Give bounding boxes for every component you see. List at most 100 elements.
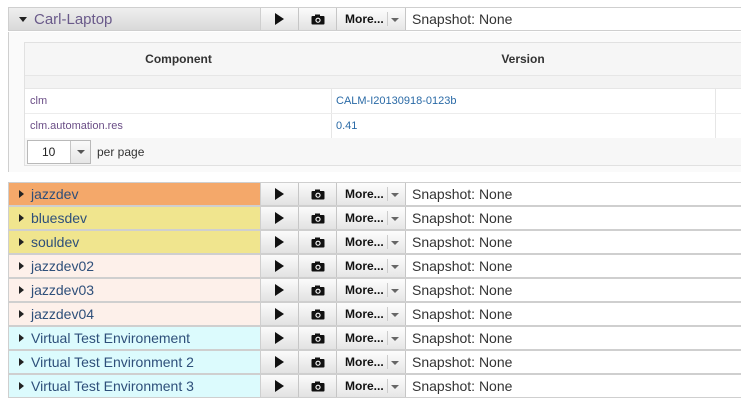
snapshot-button[interactable]: [299, 351, 337, 373]
expand-triangle-icon[interactable]: [19, 262, 24, 270]
more-label: More...: [345, 259, 384, 273]
more-menu-button[interactable]: More...: [337, 207, 406, 229]
snapshot-status: Snapshot: None: [406, 303, 741, 325]
snapshot-button[interactable]: [299, 303, 337, 325]
camera-icon: [311, 357, 324, 367]
page-size-dropdown-button[interactable]: [70, 140, 90, 163]
expand-triangle-icon[interactable]: [19, 214, 24, 222]
snapshot-button[interactable]: [299, 8, 337, 30]
more-menu-button[interactable]: More...: [337, 303, 406, 325]
environment-row[interactable]: jazzdev03 More... Snapshot: None: [8, 278, 741, 302]
camera-icon: [311, 285, 324, 295]
column-header-component[interactable]: Component: [25, 52, 332, 66]
snapshot-button[interactable]: [299, 279, 337, 301]
environment-name: jazzdev03: [31, 282, 95, 298]
more-label: More...: [345, 379, 384, 393]
expand-triangle-icon[interactable]: [19, 310, 24, 318]
camera-icon: [311, 213, 324, 223]
camera-icon: [311, 309, 324, 319]
expand-triangle-icon[interactable]: [19, 358, 24, 366]
more-divider: [387, 235, 388, 249]
camera-icon: [311, 189, 324, 199]
environment-name-cell[interactable]: Virtual Test Environement: [9, 327, 261, 349]
run-button[interactable]: [261, 327, 299, 349]
environment-row-carl-laptop[interactable]: Carl-Laptop More... Snapshot: None: [8, 7, 741, 31]
snapshot-status: Snapshot: None: [406, 183, 741, 205]
chevron-down-icon: [391, 241, 399, 245]
more-label: More...: [345, 283, 384, 297]
chevron-down-icon: [391, 18, 399, 22]
environment-name-cell[interactable]: Carl-Laptop: [9, 8, 261, 30]
run-button[interactable]: [261, 351, 299, 373]
page-size-value: 10: [42, 144, 56, 159]
run-button[interactable]: [261, 303, 299, 325]
run-button[interactable]: [261, 231, 299, 253]
environment-name-cell[interactable]: jazzdev03: [9, 279, 261, 301]
environment-row[interactable]: jazzdev02 More... Snapshot: None: [8, 254, 741, 278]
environment-name-cell[interactable]: bluesdev: [9, 207, 261, 229]
environment-name-cell[interactable]: jazzdev02: [9, 255, 261, 277]
more-menu-button[interactable]: More...: [337, 375, 406, 397]
environment-row[interactable]: jazzdev04 More... Snapshot: None: [8, 302, 741, 326]
camera-icon: [311, 381, 324, 391]
camera-icon: [311, 237, 324, 247]
snapshot-button[interactable]: [299, 375, 337, 397]
more-menu-button[interactable]: More...: [337, 183, 406, 205]
collapse-triangle-icon[interactable]: [19, 16, 27, 22]
snapshot-button[interactable]: [299, 327, 337, 349]
run-button[interactable]: [261, 8, 299, 30]
column-header-version[interactable]: Version: [332, 52, 714, 66]
expand-triangle-icon[interactable]: [19, 286, 24, 294]
version-cell: CALM-I20130918-0123b: [332, 89, 716, 113]
chevron-down-icon: [76, 149, 85, 154]
environment-row[interactable]: Virtual Test Environment 2 More... Snapsho…: [8, 350, 741, 374]
expand-triangle-icon[interactable]: [19, 238, 24, 246]
more-menu-button[interactable]: More...: [337, 327, 406, 349]
table-row[interactable]: clm CALM-I20130918-0123b: [25, 89, 741, 114]
environment-row[interactable]: bluesdev More... Snapshot: None: [8, 206, 741, 230]
more-menu-button[interactable]: More...: [337, 255, 406, 277]
environment-row[interactable]: Virtual Test Environment 3 More... Snapsho…: [8, 374, 741, 398]
snapshot-button[interactable]: [299, 255, 337, 277]
more-menu-button[interactable]: More...: [337, 8, 406, 30]
run-button[interactable]: [261, 279, 299, 301]
environment-row[interactable]: jazzdev More... Snapshot: None: [8, 182, 741, 206]
more-menu-button[interactable]: More...: [337, 279, 406, 301]
environment-name: jazzdev02: [31, 258, 95, 274]
more-menu-button[interactable]: More...: [337, 351, 406, 373]
run-button[interactable]: [261, 375, 299, 397]
more-menu-button[interactable]: More...: [337, 231, 406, 253]
environment-row[interactable]: souldev More... Snapshot: None: [8, 230, 741, 254]
expand-triangle-icon[interactable]: [19, 382, 24, 390]
run-button[interactable]: [261, 183, 299, 205]
table-row[interactable]: clm.automation.res 0.41: [25, 114, 741, 139]
snapshot-button[interactable]: [299, 183, 337, 205]
more-divider: [387, 12, 388, 26]
more-label: More...: [345, 307, 384, 321]
camera-icon: [311, 261, 324, 271]
table-pager: 10 per page: [24, 138, 741, 166]
chevron-down-icon: [391, 193, 399, 197]
snapshot-status: Snapshot: None: [406, 375, 741, 397]
environment-name: souldev: [31, 234, 80, 250]
snapshot-button[interactable]: [299, 231, 337, 253]
page-size-select[interactable]: 10: [27, 139, 91, 164]
expand-triangle-icon[interactable]: [19, 334, 24, 342]
run-button[interactable]: [261, 255, 299, 277]
environment-name-cell[interactable]: Virtual Test Environment 2: [9, 351, 261, 373]
environment-name-cell[interactable]: Virtual Test Environment 3: [9, 375, 261, 397]
run-button[interactable]: [261, 207, 299, 229]
per-page-label: per page: [97, 144, 145, 159]
environment-name-cell[interactable]: souldev: [9, 231, 261, 253]
snapshot-button[interactable]: [299, 207, 337, 229]
more-divider: [387, 379, 388, 393]
camera-icon: [311, 14, 324, 24]
more-divider: [387, 355, 388, 369]
environment-name-cell[interactable]: jazzdev04: [9, 303, 261, 325]
more-divider: [387, 307, 388, 321]
environment-row[interactable]: Virtual Test Environement More... Snapshot…: [8, 326, 741, 350]
environment-name-cell[interactable]: jazzdev: [9, 183, 261, 205]
more-label: More...: [345, 187, 384, 201]
expand-triangle-icon[interactable]: [19, 190, 24, 198]
component-cell: clm.automation.res: [25, 114, 332, 138]
